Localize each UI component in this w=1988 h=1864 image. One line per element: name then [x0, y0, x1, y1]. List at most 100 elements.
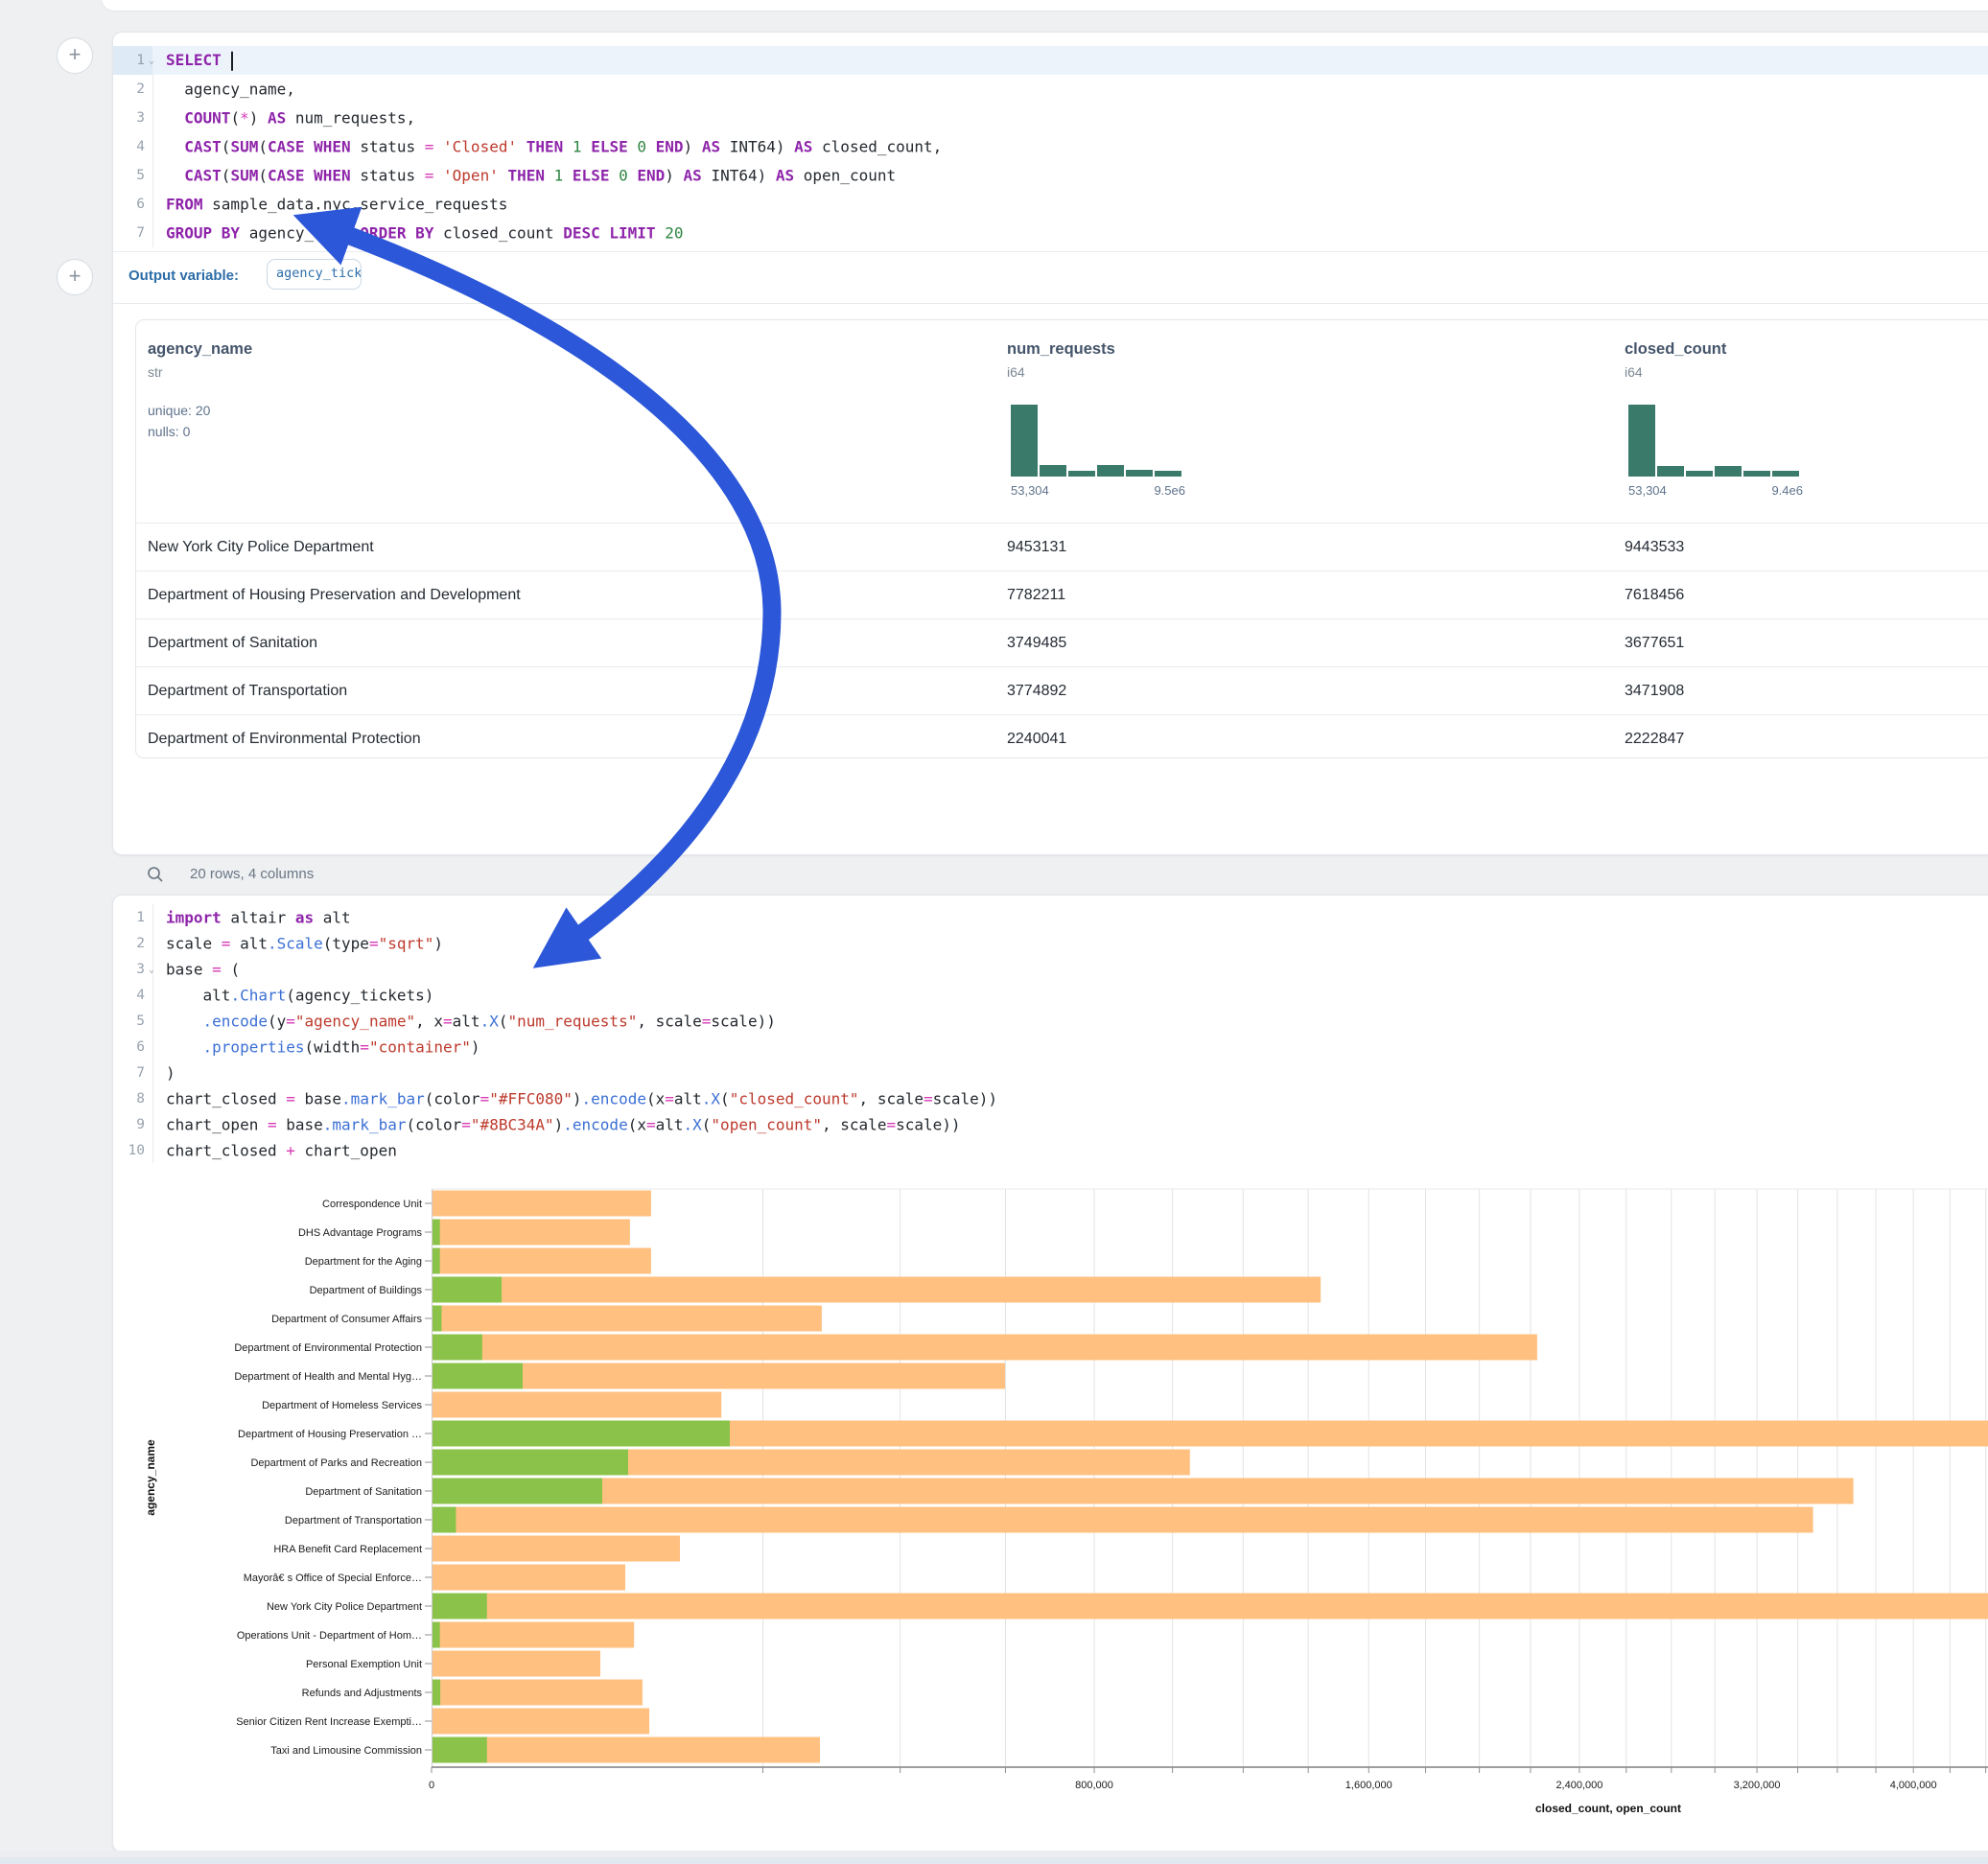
chart-bar-closed_count [433, 1220, 630, 1246]
x-axis-label: 2,400,000 [1555, 1780, 1602, 1791]
code-line: 3⌄ base = ( [113, 956, 1988, 982]
code-line: 2scale = alt.Scale(type="sqrt") [113, 930, 1988, 956]
column-header: agency_name [148, 340, 252, 359]
cell-divider [113, 303, 1988, 304]
output-variable-row: Output variable: agency_tickets [113, 251, 1988, 303]
histogram-bar [1657, 466, 1684, 477]
table-cell: 3749485 [1007, 635, 1066, 652]
histogram-bar [1715, 466, 1742, 477]
chart-bar-open_count [433, 1335, 482, 1361]
x-axis-label: 0 [429, 1780, 434, 1791]
code-line: 4 alt.Chart(agency_tickets) [113, 982, 1988, 1008]
table-cell: 9453131 [1007, 539, 1066, 556]
table-cell: 3774892 [1007, 683, 1066, 700]
output-variable-badge[interactable]: agency_tickets [267, 259, 362, 290]
column-histogram [1628, 405, 1803, 477]
line-number: 7 [113, 225, 145, 241]
table-cell: 2240041 [1007, 731, 1066, 748]
column-type: i64 [1007, 364, 1025, 380]
code-text: COUNT(*) AS num_requests, [166, 109, 415, 128]
line-number: 3 [113, 110, 145, 126]
y-axis-label: Mayorâ€ s Office of Special Enforce… [244, 1573, 422, 1584]
collapse-chevron-icon[interactable]: ⌄ [145, 964, 158, 974]
add-cell-button-output[interactable]: + [57, 259, 93, 295]
table-cell: 7782211 [1007, 587, 1065, 604]
table-cell: Department of Housing Preservation and D… [148, 587, 521, 604]
chart-bar-closed_count [433, 1277, 1321, 1303]
y-axis-label: Department of Parks and Recreation [250, 1457, 422, 1469]
histogram-labels: 53,3049.4e6 [1628, 483, 1803, 498]
line-number: 5 [113, 168, 145, 183]
code-text: scale = alt.Scale(type="sqrt") [166, 934, 443, 952]
chart-bar-open_count [433, 1594, 487, 1619]
y-axis-label: DHS Advantage Programs [298, 1227, 423, 1239]
y-axis-label: Department of Homeless Services [262, 1400, 422, 1411]
line-number: 1 [113, 910, 145, 925]
code-line: 6 .properties(width="container") [113, 1034, 1988, 1060]
chart-bar-open_count [433, 1306, 441, 1332]
y-axis-label: Department of Buildings [310, 1285, 423, 1296]
chart-bar-open_count [433, 1622, 440, 1648]
y-axis-label: Department of Environmental Protection [234, 1342, 422, 1354]
column-header: num_requests [1007, 340, 1115, 359]
table-cell: 7618456 [1625, 587, 1684, 604]
chart-bar-open_count [433, 1737, 487, 1763]
y-axis-label: Department of Sanitation [305, 1486, 422, 1498]
column-type: i64 [1625, 364, 1643, 380]
text-cursor [231, 51, 233, 70]
code-text: import altair as alt [166, 908, 351, 926]
column-stats: unique: 20nulls: 0 [148, 400, 210, 442]
y-axis-label: Department of Housing Preservation … [238, 1429, 422, 1440]
table-row: Department of Transportation377489234719… [136, 666, 1988, 714]
add-cell-button-top[interactable]: + [57, 37, 93, 74]
code-line: 1⌄SELECT [113, 46, 1988, 75]
line-number: 7 [113, 1065, 145, 1081]
sql-editor[interactable]: 1⌄SELECT 2 agency_name,3 COUNT(*) AS num… [113, 46, 1988, 247]
sql-cell: 1⌄SELECT 2 agency_name,3 COUNT(*) AS num… [112, 32, 1988, 855]
column-histogram [1011, 405, 1185, 477]
chart-bar-closed_count [433, 1565, 625, 1591]
histogram-bar [1155, 471, 1181, 477]
chart-bar-open_count [433, 1680, 440, 1706]
chart-bar-closed_count [433, 1651, 600, 1677]
chart-bar-closed_count [433, 1680, 643, 1706]
table-cell: 2222847 [1625, 731, 1684, 748]
row-count-label: 20 rows, 4 columns [190, 866, 314, 882]
code-text: ) [166, 1063, 175, 1082]
code-line: 6FROM sample_data.nyc.service_requests [113, 190, 1988, 219]
code-line: 3 COUNT(*) AS num_requests, [113, 104, 1988, 132]
code-line: 2 agency_name, [113, 75, 1988, 104]
line-number: 3 [113, 962, 145, 977]
code-line: 5 CAST(SUM(CASE WHEN status = 'Open' THE… [113, 161, 1988, 190]
code-text: .properties(width="container") [166, 1037, 480, 1056]
code-line: 5 .encode(y="agency_name", x=alt.X("num_… [113, 1008, 1988, 1034]
chart-bar-closed_count [433, 1536, 680, 1562]
code-text: agency_name, [166, 81, 295, 99]
collapse-chevron-icon[interactable]: ⌄ [145, 56, 158, 66]
table-row: Department of Housing Preservation and D… [136, 571, 1988, 618]
histogram-bar [1068, 471, 1095, 477]
table-cell: Department of Transportation [148, 683, 347, 700]
chart-bar-open_count [433, 1450, 628, 1476]
code-line: 1 import altair as alt [113, 904, 1988, 930]
code-text: GROUP BY agency_name ORDER BY closed_cou… [166, 224, 683, 243]
previous-cell-edge [101, 0, 1988, 12]
y-axis-label: Department for the Aging [305, 1256, 422, 1268]
chart-bar-open_count [433, 1507, 456, 1533]
chart-bar-closed_count [433, 1594, 1988, 1619]
code-text: base = ( [166, 960, 240, 978]
code-text: FROM sample_data.nyc.service_requests [166, 196, 507, 214]
code-text: .encode(y="agency_name", x=alt.X("num_re… [166, 1012, 776, 1030]
y-axis-label: New York City Police Department [267, 1601, 422, 1613]
chart-bar-open_count [433, 1277, 502, 1303]
histogram-bar [1628, 405, 1655, 477]
y-axis-label: Operations Unit - Department of Hom… [237, 1630, 422, 1642]
histogram-labels: 53,3049.5e6 [1011, 483, 1185, 498]
table-cell: Department of Environmental Protection [148, 731, 421, 748]
y-axis-label: Personal Exemption Unit [306, 1659, 422, 1670]
search-icon[interactable] [147, 866, 164, 883]
y-axis-title: agency_name [144, 1439, 157, 1515]
table-cell: New York City Police Department [148, 539, 374, 556]
histogram-bar [1011, 405, 1038, 477]
x-axis-title: closed_count, open_count [1464, 1802, 1752, 1815]
